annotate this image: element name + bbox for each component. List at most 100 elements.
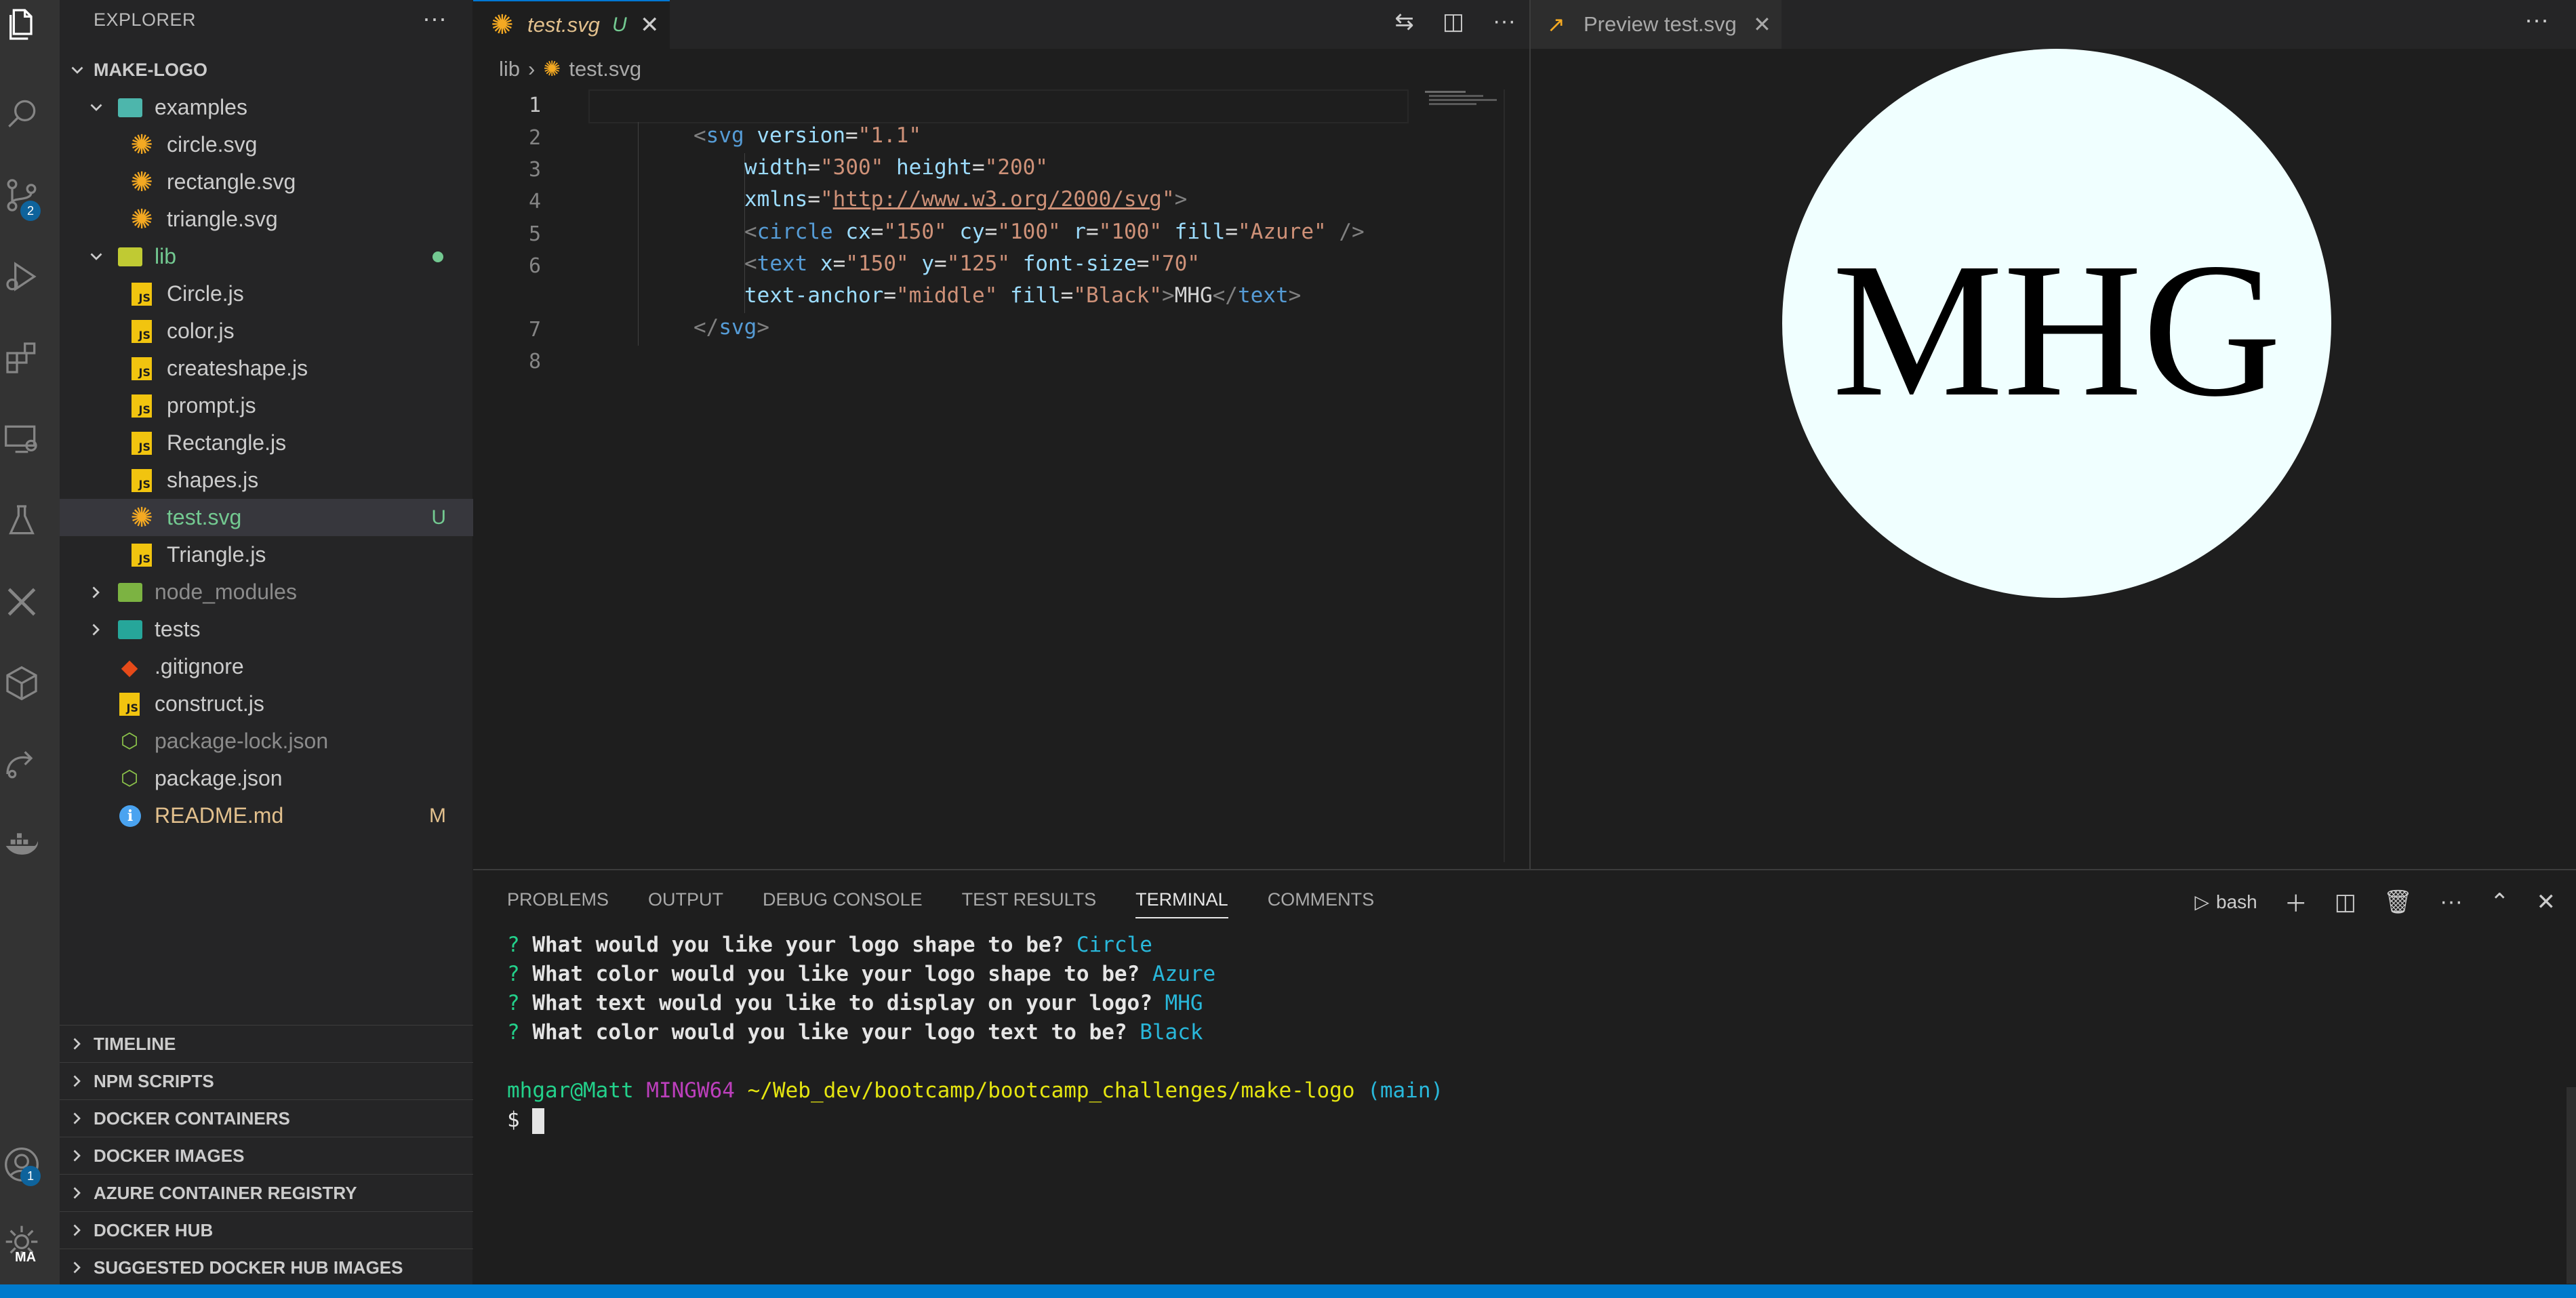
node-file-icon: ⬡ [120, 730, 139, 752]
svg-file-icon: ✺ [130, 129, 153, 160]
tab-title: test.svg [527, 13, 600, 37]
section-label: NPM SCRIPTS [94, 1070, 214, 1091]
tree-item-label: rectangle.svg [167, 169, 296, 194]
terminal-line: ? What would you like your logo shape to… [507, 933, 1152, 957]
tab-test-svg[interactable]: ✺ test.svg U ✕ [473, 0, 670, 49]
section-label: TIMELINE [94, 1033, 176, 1054]
more-actions-icon[interactable]: ··· [2440, 889, 2463, 915]
js-file-icon: JS [132, 468, 152, 492]
breadcrumb: lib › ✺ test.svg [499, 57, 641, 81]
run-debug-icon[interactable] [0, 255, 43, 298]
extensions-icon[interactable] [0, 336, 43, 380]
close-panel-icon[interactable]: ✕ [2537, 889, 2556, 916]
tree-item-test-svg[interactable]: ✺ test.svg U [60, 499, 473, 536]
explorer-icon[interactable] [0, 3, 43, 46]
tree-item-circle-js[interactable]: JS Circle.js [60, 275, 473, 312]
open-changes-icon[interactable]: ⇆ [1394, 8, 1414, 35]
tree-item-package-json[interactable]: ⬡ package.json [60, 760, 473, 797]
tree-item-rectangle-js[interactable]: JS Rectangle.js [60, 424, 473, 462]
code-line: <svg version="1.1" [693, 123, 921, 148]
tree-item-shapes-js[interactable]: JS shapes.js [60, 462, 473, 499]
section-docker-hub[interactable]: DOCKER HUB [60, 1211, 473, 1249]
tab-status: U [612, 14, 627, 36]
shell-name: bash [2216, 891, 2257, 912]
tree-item-construct-js[interactable]: JS construct.js [60, 685, 473, 723]
section-suggested-docker-hub-images[interactable]: SUGGESTED DOCKER HUB IMAGES [60, 1249, 473, 1286]
explorer-header: EXPLORER [94, 9, 197, 30]
tree-item-examples[interactable]: examples [60, 89, 473, 126]
section-docker-containers[interactable]: DOCKER CONTAINERS [60, 1099, 473, 1137]
tree-item-label: shapes.js [167, 468, 259, 492]
search-icon[interactable] [0, 92, 43, 136]
tab-output[interactable]: OUTPUT [648, 889, 723, 918]
tree-item-triangle-js[interactable]: JS Triangle.js [60, 536, 473, 573]
tree-item-node-modules[interactable]: node_modules [60, 573, 473, 611]
chevron-down-icon [71, 66, 83, 74]
tab-problems[interactable]: PROBLEMS [507, 889, 609, 918]
editor-tab-bar: ✺ test.svg U ✕ ⇆ ◫ ··· [473, 0, 1529, 49]
chevron-right-icon [73, 1224, 81, 1236]
editor-scrollbar[interactable] [1504, 89, 1505, 862]
tree-item-createshape-js[interactable]: JS createshape.js [60, 350, 473, 387]
js-file-icon: JS [132, 543, 152, 567]
tree-item-prompt-js[interactable]: JS prompt.js [60, 387, 473, 424]
tab-debug-console[interactable]: DEBUG CONSOLE [763, 889, 923, 918]
tree-item-label: Circle.js [167, 281, 244, 306]
terminal-line: ? What color would you like your logo sh… [507, 962, 1216, 986]
more-actions-icon[interactable]: ··· [1493, 8, 1516, 35]
chevron-right-icon [92, 624, 100, 635]
tree-item-triangle-svg[interactable]: ✺ triangle.svg [60, 201, 473, 238]
section-azure-container-registry[interactable]: AZURE CONTAINER REGISTRY [60, 1174, 473, 1211]
tree-item-label: test.svg [167, 505, 242, 529]
section-npm-scripts[interactable]: NPM SCRIPTS [60, 1062, 473, 1099]
tree-item-rectangle-svg[interactable]: ✺ rectangle.svg [60, 163, 473, 201]
testing-icon[interactable] [0, 499, 43, 542]
terminal-shell-selector[interactable]: ▷ bash [2194, 891, 2257, 913]
code-line: xmlns="http://www.w3.org/2000/svg"> [744, 187, 1188, 211]
maximize-panel-icon[interactable]: ⌃ [2490, 889, 2510, 916]
section-label: AZURE CONTAINER REGISTRY [94, 1182, 357, 1203]
split-editor-icon[interactable]: ◫ [1443, 8, 1464, 35]
section-timeline[interactable]: TIMELINE [60, 1025, 473, 1062]
remote-share-icon[interactable] [0, 743, 43, 786]
terminal-input-line[interactable]: $ [507, 1108, 545, 1134]
modified-dot [432, 251, 443, 262]
minimap[interactable] [1422, 89, 1504, 110]
project-root[interactable]: MAKE-LOGO [60, 52, 473, 89]
trash-icon[interactable]: 🗑 [2383, 889, 2413, 916]
tab-preview-test-svg[interactable]: ↗ Preview test.svg ✕ [1531, 0, 1782, 49]
more-actions-icon[interactable]: ··· [2524, 5, 2549, 34]
more-actions-icon[interactable]: ··· [422, 4, 447, 33]
code-line: <text x="150" y="125" font-size="70" [744, 251, 1200, 276]
new-terminal-icon[interactable]: ＋ [2285, 885, 2308, 918]
close-icon[interactable]: ✕ [640, 12, 660, 39]
split-terminal-icon[interactable]: ◫ [2335, 889, 2356, 916]
close-icon[interactable]: ✕ [1753, 12, 1771, 37]
breadcrumb-item[interactable]: test.svg [569, 57, 641, 81]
tree-item-lib[interactable]: lib [60, 238, 473, 275]
section-docker-images[interactable]: DOCKER IMAGES [60, 1137, 473, 1174]
terminal-icon: ▷ [2194, 891, 2210, 912]
code-editor[interactable]: lib › ✺ test.svg 1 2 3 4 5 6 7 8 <svg ve… [473, 49, 1529, 869]
tree-item-color-js[interactable]: JS color.js [60, 312, 473, 350]
tree-item-gitignore[interactable]: ◆ .gitignore [60, 648, 473, 685]
tree-item-label: .gitignore [155, 654, 244, 678]
terminal-scrollbar[interactable] [2567, 1087, 2576, 1284]
remote-explorer-icon[interactable] [0, 418, 43, 461]
close-x-icon[interactable] [0, 580, 43, 624]
cube-icon[interactable] [0, 662, 43, 705]
tree-item-package-lock[interactable]: ⬡ package-lock.json [60, 723, 473, 760]
docker-icon[interactable] [0, 824, 43, 868]
breadcrumb-item[interactable]: lib [499, 57, 520, 81]
tab-test-results[interactable]: TEST RESULTS [962, 889, 1097, 918]
tree-item-tests[interactable]: tests [60, 611, 473, 648]
explorer-sidebar: EXPLORER ··· MAKE-LOGO examples ✺ circle… [60, 0, 473, 1284]
tree-item-readme[interactable]: i README.md M [60, 797, 473, 834]
tab-terminal[interactable]: TERMINAL [1135, 889, 1228, 918]
tree-item-label: prompt.js [167, 393, 256, 418]
tree-item-circle-svg[interactable]: ✺ circle.svg [60, 126, 473, 163]
js-file-icon: JS [132, 319, 152, 343]
section-label: DOCKER IMAGES [94, 1145, 245, 1166]
js-file-icon: JS [132, 282, 152, 306]
tab-comments[interactable]: COMMENTS [1268, 889, 1375, 918]
